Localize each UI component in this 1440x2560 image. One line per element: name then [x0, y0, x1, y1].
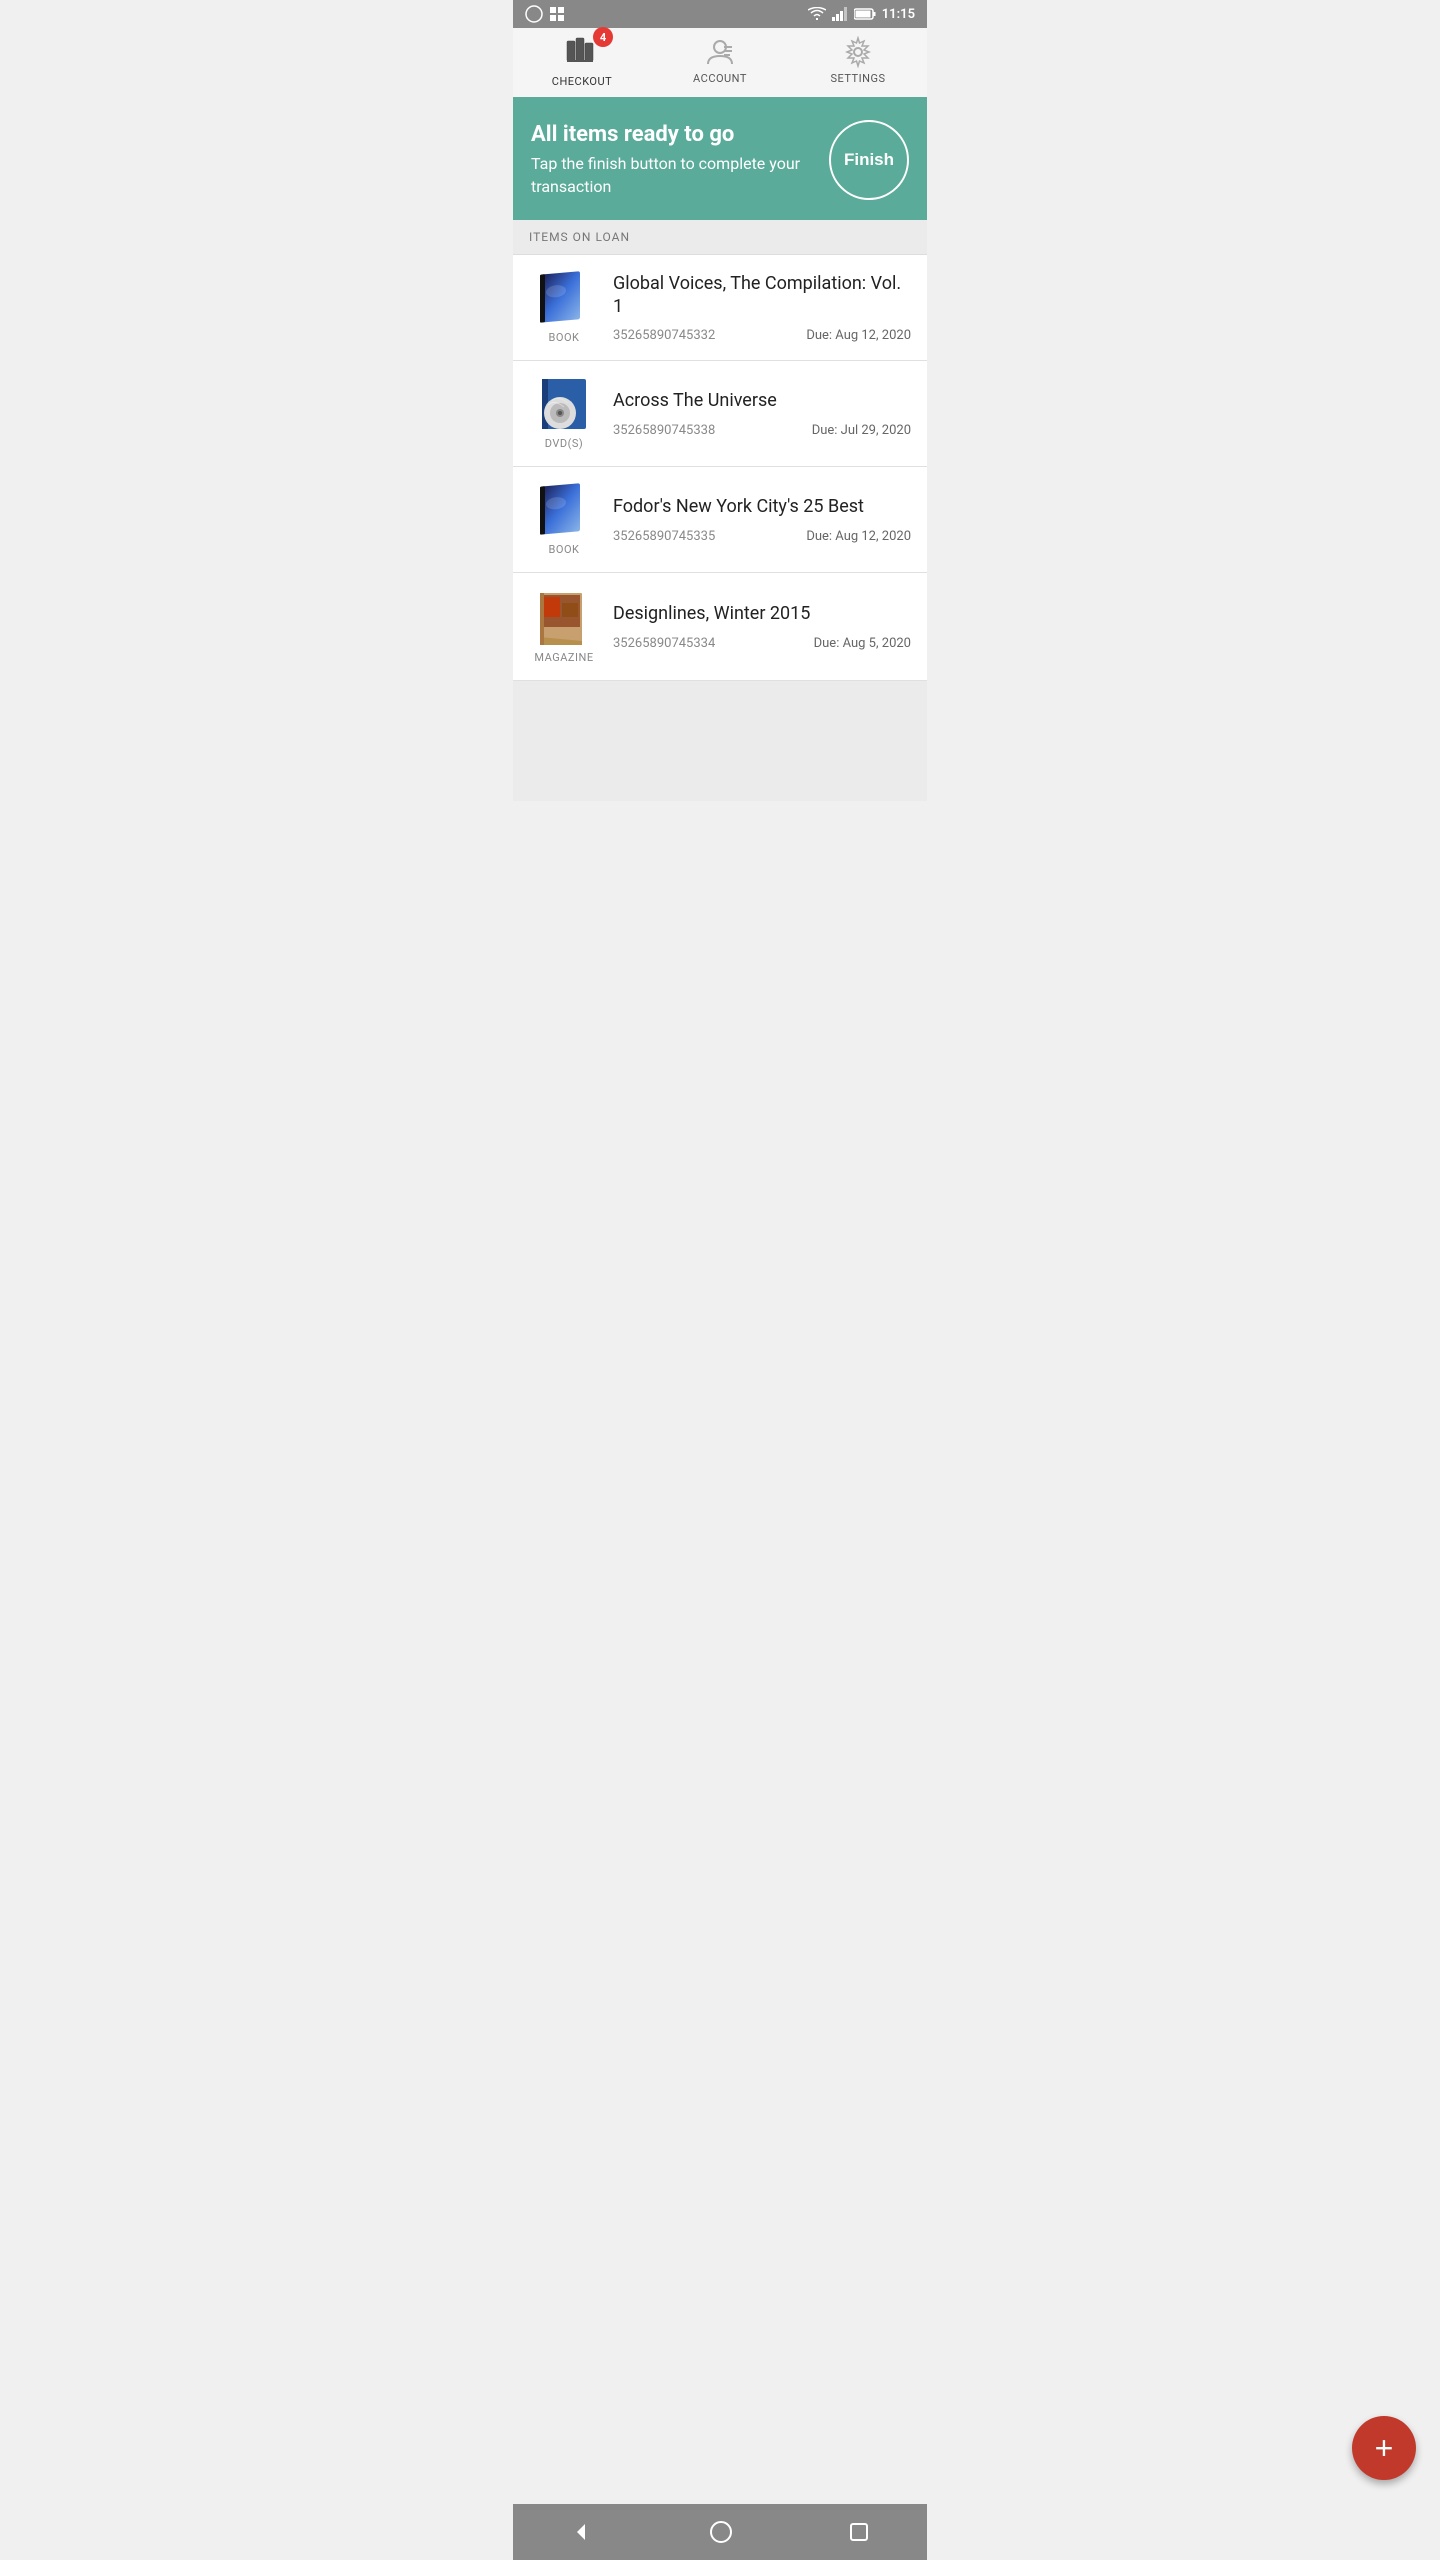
list-item: BOOK Fodor's New York City's 25 Best 352… [513, 467, 927, 573]
item-due-4: Due: Aug 5, 2020 [814, 636, 911, 651]
item-due-3: Due: Aug 12, 2020 [806, 529, 911, 544]
item-title-2: Across The Universe [613, 389, 911, 412]
recents-button[interactable] [848, 2521, 870, 2543]
wifi-icon [808, 7, 826, 21]
settings-tab-label: SETTINGS [831, 72, 886, 85]
item-barcode-1: 35265890745332 [613, 328, 715, 343]
grid-icon [549, 6, 565, 22]
item-barcode-2: 35265890745338 [613, 423, 715, 438]
status-bar-left [525, 5, 565, 23]
footer-area [513, 681, 927, 801]
list-item: MAGAZINE Designlines, Winter 2015 352658… [513, 573, 927, 681]
item-meta-4: 35265890745334 Due: Aug 5, 2020 [613, 636, 911, 651]
dvd-thumbnail-2 [534, 377, 594, 433]
book-thumbnail-1 [536, 271, 592, 327]
finish-button[interactable]: Finish [829, 120, 909, 200]
item-thumbnail-3: BOOK [529, 483, 599, 556]
items-list: BOOK Global Voices, The Compilation: Vol… [513, 255, 927, 681]
checkout-badge: 4 [593, 27, 613, 47]
item-thumbnail-2: DVD(s) [529, 377, 599, 450]
back-button[interactable] [570, 2520, 594, 2544]
account-icon [704, 36, 736, 68]
item-thumbnail-4: MAGAZINE [529, 589, 599, 664]
tab-checkout[interactable]: 4 CHECKOUT [513, 28, 651, 100]
checkout-tab-label: CHECKOUT [552, 75, 612, 88]
account-tab-label: ACCOUNT [693, 72, 747, 85]
item-type-4: MAGAZINE [534, 651, 593, 664]
tab-settings[interactable]: SETTINGS [789, 28, 927, 97]
item-due-2: Due: Jul 29, 2020 [812, 423, 911, 438]
banner-subtitle: Tap the finish button to complete your t… [531, 153, 813, 198]
home-button[interactable] [709, 2520, 733, 2544]
item-thumbnail-1: BOOK [529, 271, 599, 344]
banner-title: All items ready to go [531, 122, 813, 147]
banner-text-block: All items ready to go Tap the finish but… [531, 122, 813, 198]
book-thumbnail-3 [536, 483, 592, 539]
item-type-2: DVD(s) [545, 437, 583, 450]
time-display: 11:15 [882, 7, 915, 22]
status-bar: 11:15 [513, 0, 927, 28]
back-icon [570, 2520, 594, 2544]
item-title-3: Fodor's New York City's 25 Best [613, 495, 911, 518]
item-meta-1: 35265890745332 Due: Aug 12, 2020 [613, 328, 911, 343]
item-details-3: Fodor's New York City's 25 Best 35265890… [613, 495, 911, 543]
home-circle-icon [709, 2520, 733, 2544]
item-details-4: Designlines, Winter 2015 35265890745334 … [613, 602, 911, 650]
list-item: BOOK Global Voices, The Compilation: Vol… [513, 255, 927, 361]
item-meta-2: 35265890745338 Due: Jul 29, 2020 [613, 423, 911, 438]
tab-account[interactable]: ACCOUNT [651, 28, 789, 97]
top-nav: 4 CHECKOUT ACCOUNT SETTINGS [513, 28, 927, 100]
item-due-1: Due: Aug 12, 2020 [806, 328, 911, 343]
add-item-fab[interactable]: + [1352, 2416, 1416, 2480]
sim-icon [525, 5, 543, 23]
recents-icon [848, 2521, 870, 2543]
item-type-1: BOOK [549, 331, 580, 344]
battery-icon [854, 8, 876, 20]
ready-banner: All items ready to go Tap the finish but… [513, 100, 927, 220]
signal-icon [832, 7, 848, 21]
items-on-loan-header: ITEMS ON LOAN [513, 220, 927, 255]
item-type-3: BOOK [549, 543, 580, 556]
item-barcode-4: 35265890745334 [613, 636, 715, 651]
bottom-nav-bar [513, 2504, 927, 2560]
item-meta-3: 35265890745335 Due: Aug 12, 2020 [613, 529, 911, 544]
item-barcode-3: 35265890745335 [613, 529, 715, 544]
item-details-1: Global Voices, The Compilation: Vol. 1 3… [613, 272, 911, 344]
magazine-thumbnail-4 [538, 589, 590, 647]
list-item: DVD(s) Across The Universe 3526589074533… [513, 361, 927, 467]
item-title-1: Global Voices, The Compilation: Vol. 1 [613, 272, 911, 319]
status-bar-right: 11:15 [808, 7, 915, 22]
item-details-2: Across The Universe 35265890745338 Due: … [613, 389, 911, 437]
settings-icon [842, 36, 874, 68]
item-title-4: Designlines, Winter 2015 [613, 602, 911, 625]
